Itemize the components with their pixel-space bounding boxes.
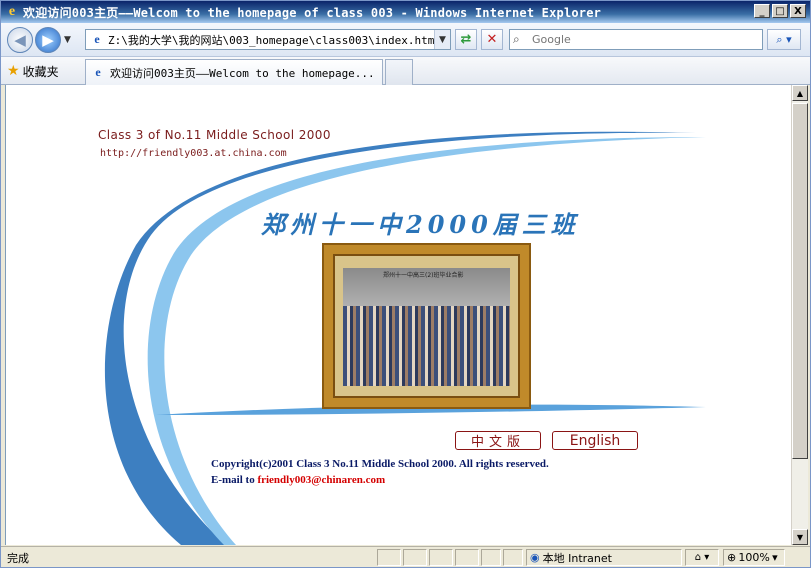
minimize-button[interactable]: _	[754, 4, 770, 18]
page-content: Class 3 of No.11 Middle School 2000 http…	[5, 85, 791, 545]
photo-caption: 郑州十一中高三(2)班毕业合影	[383, 272, 464, 279]
stop-icon: ✕	[486, 32, 498, 47]
status-cell	[377, 549, 401, 566]
site-url: http://friendly003.at.china.com	[100, 148, 287, 159]
zone-label: 本地 Intranet	[542, 551, 612, 565]
magnifier-icon: ⌕ ▾	[776, 32, 792, 46]
scroll-up-button[interactable]: ▲	[792, 85, 808, 101]
tab-current[interactable]: e 欢迎访问003主页——Welcom to the homepage...	[85, 59, 383, 85]
title-bar: e 欢迎访问003主页——Welcom to the homepage of c…	[1, 1, 810, 23]
favorites-button[interactable]: ★ 收藏夹	[7, 62, 59, 80]
email-row: E-mail to friendly003@chinaren.com	[211, 474, 385, 486]
stop-button[interactable]: ✕	[481, 29, 503, 50]
search-box[interactable]: ⌕	[509, 29, 763, 50]
photo: 郑州十一中高三(2)班毕业合影	[343, 268, 510, 386]
status-bar: 完成 ◉ 本地 Intranet ⌂ ▾ ⊕ 100% ▾	[1, 546, 810, 567]
new-tab-button[interactable]	[385, 59, 413, 85]
vertical-scrollbar[interactable]: ▲ ▼	[791, 85, 808, 545]
search-icon: ⌕	[513, 32, 520, 46]
status-text: 完成	[7, 552, 29, 565]
globe-icon: ◉	[530, 551, 540, 564]
status-cell	[503, 549, 523, 566]
address-dropdown[interactable]: ▼	[434, 30, 450, 49]
english-title: Class 3 of No.11 Middle School 2000	[98, 128, 331, 142]
zoom-button[interactable]: ⊕ 100% ▾	[723, 549, 785, 566]
arrow-right-icon: ▶	[42, 31, 54, 49]
status-cell	[481, 549, 501, 566]
security-zone[interactable]: ◉ 本地 Intranet	[526, 549, 682, 566]
star-icon: ★	[7, 63, 20, 79]
chevron-down-icon: ▾	[769, 551, 778, 564]
navigation-bar: ◀ ▶ ▼ e Z:\我的大学\我的网站\003_homepage\class0…	[1, 23, 810, 57]
page-icon: e	[95, 65, 101, 79]
favorites-bar: ★ 收藏夹 e 欢迎访问003主页——Welcom to the homepag…	[1, 57, 810, 85]
status-cell	[429, 549, 453, 566]
tab-title: 欢迎访问003主页——Welcom to the homepage...	[110, 66, 375, 80]
search-button[interactable]: ⌕ ▾	[767, 29, 801, 50]
lock-icon: ⌂ ▾	[694, 552, 710, 563]
status-cell	[403, 549, 427, 566]
copyright-text: Copyright(c)2001 Class 3 No.11 Middle Sc…	[211, 458, 549, 470]
favorites-label: 收藏夹	[22, 64, 59, 79]
chinese-title: 郑州十一中2000届三班	[261, 210, 580, 239]
history-dropdown[interactable]: ▼	[64, 35, 71, 45]
zoom-icon: ⊕	[727, 551, 739, 564]
window-controls: _ □ X	[754, 4, 806, 18]
ie-icon: e	[8, 4, 16, 19]
refresh-button[interactable]: ⇄	[455, 29, 477, 50]
forward-button[interactable]: ▶	[35, 27, 61, 53]
browser-window: e 欢迎访问003主页——Welcom to the homepage of c…	[0, 0, 811, 568]
scroll-thumb[interactable]	[792, 103, 808, 459]
protected-mode-button[interactable]: ⌂ ▾	[685, 549, 719, 566]
zoom-level: 100%	[738, 551, 770, 564]
search-input[interactable]	[532, 33, 752, 46]
refresh-icon: ⇄	[460, 32, 472, 47]
window-title: 欢迎访问003主页——Welcom to the homepage of cla…	[23, 5, 602, 20]
email-prefix: E-mail to	[211, 474, 258, 486]
photo-people	[343, 306, 510, 386]
scroll-down-button[interactable]: ▼	[792, 529, 808, 545]
back-button[interactable]: ◀	[7, 27, 33, 53]
address-url[interactable]: Z:\我的大学\我的网站\003_homepage\class003\index…	[108, 32, 434, 48]
address-bar[interactable]: e Z:\我的大学\我的网站\003_homepage\class003\ind…	[85, 29, 451, 50]
close-button[interactable]: X	[790, 4, 806, 18]
english-version-button[interactable]: English	[552, 431, 638, 450]
page-icon: e	[94, 32, 100, 46]
class-photo: 郑州十一中高三(2)班毕业合影	[324, 245, 529, 407]
status-cell	[455, 549, 479, 566]
email-link[interactable]: friendly003@chinaren.com	[257, 474, 385, 486]
arrow-left-icon: ◀	[14, 31, 26, 49]
maximize-button[interactable]: □	[772, 4, 788, 18]
chinese-version-button[interactable]: 中文版	[455, 431, 541, 450]
